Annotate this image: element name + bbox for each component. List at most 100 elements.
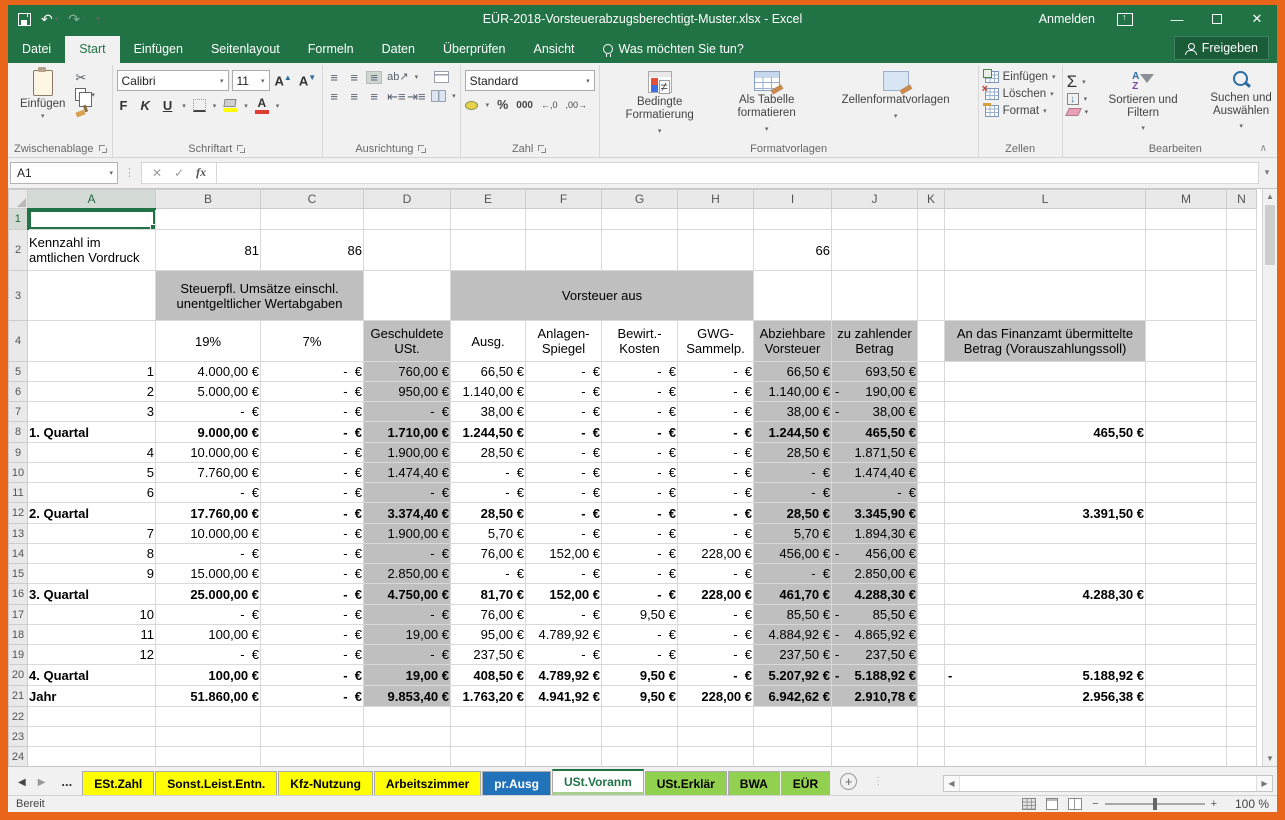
cell[interactable] bbox=[945, 443, 1146, 463]
cell[interactable] bbox=[754, 727, 832, 747]
page-break-view-icon[interactable] bbox=[1068, 798, 1082, 810]
cell[interactable]: 4.789,92 € bbox=[526, 665, 602, 686]
cell[interactable] bbox=[754, 707, 832, 727]
cell[interactable]: 2. Quartal bbox=[28, 503, 156, 524]
cell[interactable] bbox=[451, 747, 526, 767]
cell[interactable]: 4.288,30 € bbox=[832, 584, 918, 605]
cell[interactable]: -4.865,92 € bbox=[832, 625, 918, 645]
enter-formula-icon[interactable]: ✓ bbox=[174, 166, 184, 180]
column-header-C[interactable]: C bbox=[261, 190, 364, 209]
cell[interactable] bbox=[918, 402, 945, 422]
cell[interactable]: 6 bbox=[28, 483, 156, 503]
cell[interactable]: - € bbox=[364, 605, 451, 625]
cell[interactable] bbox=[918, 625, 945, 645]
column-header-L[interactable]: L bbox=[945, 190, 1146, 209]
increase-indent-icon[interactable]: ⇥≡ bbox=[407, 91, 421, 102]
share-button[interactable]: Freigeben bbox=[1174, 36, 1269, 60]
cell[interactable]: 1.140,00 € bbox=[754, 382, 832, 402]
cell[interactable]: 95,00 € bbox=[451, 625, 526, 645]
cell[interactable]: - € bbox=[526, 463, 602, 483]
column-header-I[interactable]: I bbox=[754, 190, 832, 209]
cell[interactable] bbox=[1146, 503, 1227, 524]
cell[interactable]: 5,70 € bbox=[451, 524, 526, 544]
column-header-H[interactable]: H bbox=[678, 190, 754, 209]
cell[interactable] bbox=[1227, 544, 1257, 564]
cell[interactable]: -5.188,92 € bbox=[832, 665, 918, 686]
cell[interactable] bbox=[918, 645, 945, 665]
cell[interactable]: - € bbox=[678, 564, 754, 584]
cell[interactable] bbox=[918, 321, 945, 362]
cell[interactable] bbox=[1227, 665, 1257, 686]
cell[interactable]: - € bbox=[261, 503, 364, 524]
cell[interactable]: - € bbox=[364, 645, 451, 665]
cell[interactable]: -5.188,92 € bbox=[945, 665, 1146, 686]
cell[interactable] bbox=[1227, 686, 1257, 707]
cell[interactable] bbox=[451, 707, 526, 727]
font-name-combo[interactable]: Calibri▾ bbox=[117, 70, 229, 91]
cell[interactable]: - € bbox=[261, 402, 364, 422]
cell[interactable] bbox=[526, 727, 602, 747]
ribbon-display-options-icon[interactable] bbox=[1117, 13, 1133, 26]
cell[interactable]: - € bbox=[261, 544, 364, 564]
cell[interactable] bbox=[1227, 727, 1257, 747]
column-header-E[interactable]: E bbox=[451, 190, 526, 209]
cell[interactable]: Jahr bbox=[28, 686, 156, 707]
cell[interactable]: 152,00 € bbox=[526, 544, 602, 564]
cell[interactable] bbox=[1227, 443, 1257, 463]
cell[interactable]: - € bbox=[526, 605, 602, 625]
cell[interactable] bbox=[1146, 209, 1227, 230]
cell[interactable]: 4.941,92 € bbox=[526, 686, 602, 707]
tell-me-box[interactable]: Was möchten Sie tun? bbox=[589, 36, 758, 63]
font-dialog-launcher[interactable] bbox=[236, 144, 246, 154]
cell[interactable]: 1.710,00 € bbox=[364, 422, 451, 443]
cell[interactable]: - € bbox=[526, 483, 602, 503]
align-right-icon[interactable]: ≡ bbox=[367, 91, 381, 102]
cell[interactable]: 66,50 € bbox=[451, 362, 526, 382]
cell[interactable] bbox=[918, 747, 945, 767]
cell[interactable]: 5.000,00 € bbox=[156, 382, 261, 402]
cell[interactable]: - € bbox=[156, 605, 261, 625]
column-header-N[interactable]: N bbox=[1227, 190, 1257, 209]
accounting-dropdown-icon[interactable]: ▾ bbox=[486, 101, 490, 109]
cell[interactable]: - € bbox=[678, 382, 754, 402]
cell[interactable] bbox=[918, 230, 945, 271]
formula-input[interactable] bbox=[217, 162, 1259, 184]
cell[interactable] bbox=[832, 230, 918, 271]
cell[interactable] bbox=[28, 271, 156, 321]
ribbon-tab-einfügen[interactable]: Einfügen bbox=[120, 36, 197, 63]
cell[interactable] bbox=[945, 707, 1146, 727]
cell[interactable]: - € bbox=[261, 463, 364, 483]
cell[interactable] bbox=[754, 271, 832, 321]
cell[interactable] bbox=[918, 209, 945, 230]
decrease-indent-icon[interactable]: ⇤≡ bbox=[387, 91, 401, 102]
cell[interactable] bbox=[1227, 321, 1257, 362]
cell[interactable] bbox=[1227, 483, 1257, 503]
cell[interactable] bbox=[945, 645, 1146, 665]
cell[interactable]: - € bbox=[261, 605, 364, 625]
cell[interactable]: 5,70 € bbox=[754, 524, 832, 544]
row-header-9[interactable]: 9 bbox=[9, 443, 28, 463]
column-header-G[interactable]: G bbox=[602, 190, 678, 209]
horizontal-scrollbar[interactable]: ◀ ▶ bbox=[943, 775, 1273, 792]
cell[interactable] bbox=[1146, 707, 1227, 727]
cell[interactable]: -85,50 € bbox=[832, 605, 918, 625]
cell[interactable]: Anlagen-Spiegel bbox=[526, 321, 602, 362]
redo-button[interactable]: ↷▾ bbox=[68, 12, 85, 26]
cell[interactable] bbox=[1146, 544, 1227, 564]
cell[interactable]: - € bbox=[678, 422, 754, 443]
font-color-dropdown-icon[interactable]: ▾ bbox=[276, 102, 280, 110]
cell[interactable] bbox=[1146, 402, 1227, 422]
cell[interactable] bbox=[28, 727, 156, 747]
increase-font-icon[interactable]: A▲ bbox=[273, 73, 294, 88]
cell[interactable] bbox=[364, 271, 451, 321]
fill-dropdown-icon[interactable]: ▾ bbox=[1084, 95, 1088, 103]
cell[interactable]: - € bbox=[526, 362, 602, 382]
cell[interactable]: 85,50 € bbox=[754, 605, 832, 625]
zoom-slider[interactable]: − + bbox=[1092, 798, 1217, 810]
cell[interactable] bbox=[364, 727, 451, 747]
close-button[interactable]: ✕ bbox=[1237, 5, 1277, 33]
autosum-dropdown-icon[interactable]: ▾ bbox=[1082, 78, 1086, 86]
row-header-10[interactable]: 10 bbox=[9, 463, 28, 483]
cell[interactable]: 86 bbox=[261, 230, 364, 271]
cell[interactable]: 7.760,00 € bbox=[156, 463, 261, 483]
